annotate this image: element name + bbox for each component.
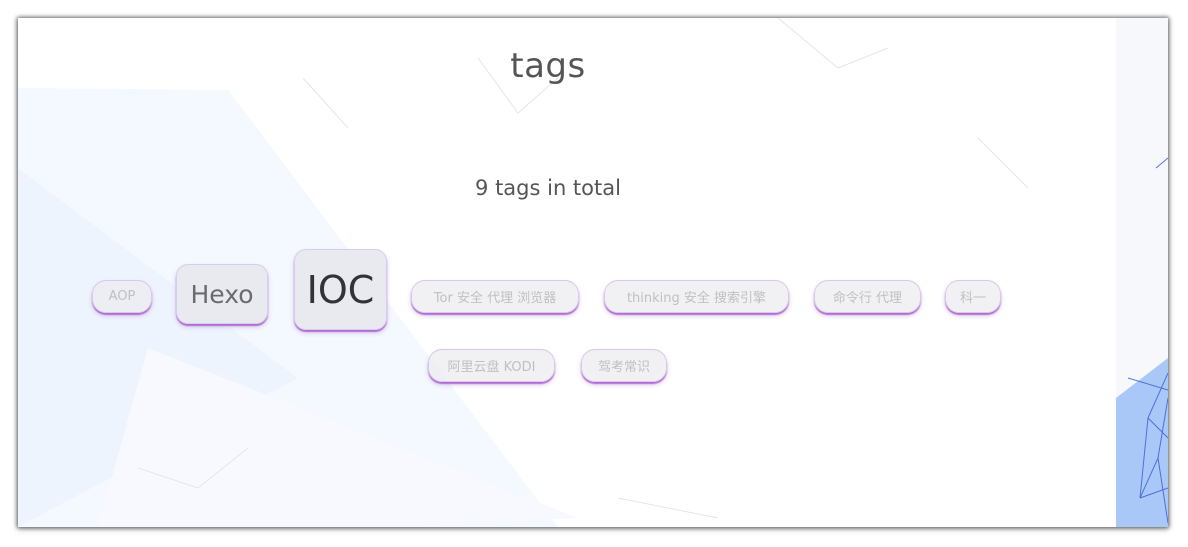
tag-aliyun-drive-kodi[interactable]: 阿里云盘 KODI — [428, 349, 555, 382]
tag-thinking-security-search-engine[interactable]: thinking 安全 搜索引擎 — [604, 280, 789, 313]
tag-driving-subject-one[interactable]: 科一 — [945, 280, 1001, 313]
tag-aop[interactable]: AOP — [92, 280, 152, 313]
tag-count: 9 tags in total — [475, 176, 621, 200]
tag-driving-test-knowledge[interactable]: 驾考常识 — [581, 349, 667, 382]
tag-command-line-proxy[interactable]: 命令行 代理 — [814, 280, 921, 313]
page-title: tags — [510, 46, 586, 86]
tags-page: tags 9 tags in total AOP Hexo IOC Tor 安全… — [18, 18, 1116, 527]
tag-ioc[interactable]: IOC — [294, 249, 387, 330]
tag-hexo[interactable]: Hexo — [176, 264, 268, 324]
browser-viewport: tags 9 tags in total AOP Hexo IOC Tor 安全… — [18, 18, 1168, 527]
tag-tor-security-proxy-browser[interactable]: Tor 安全 代理 浏览器 — [411, 280, 579, 313]
